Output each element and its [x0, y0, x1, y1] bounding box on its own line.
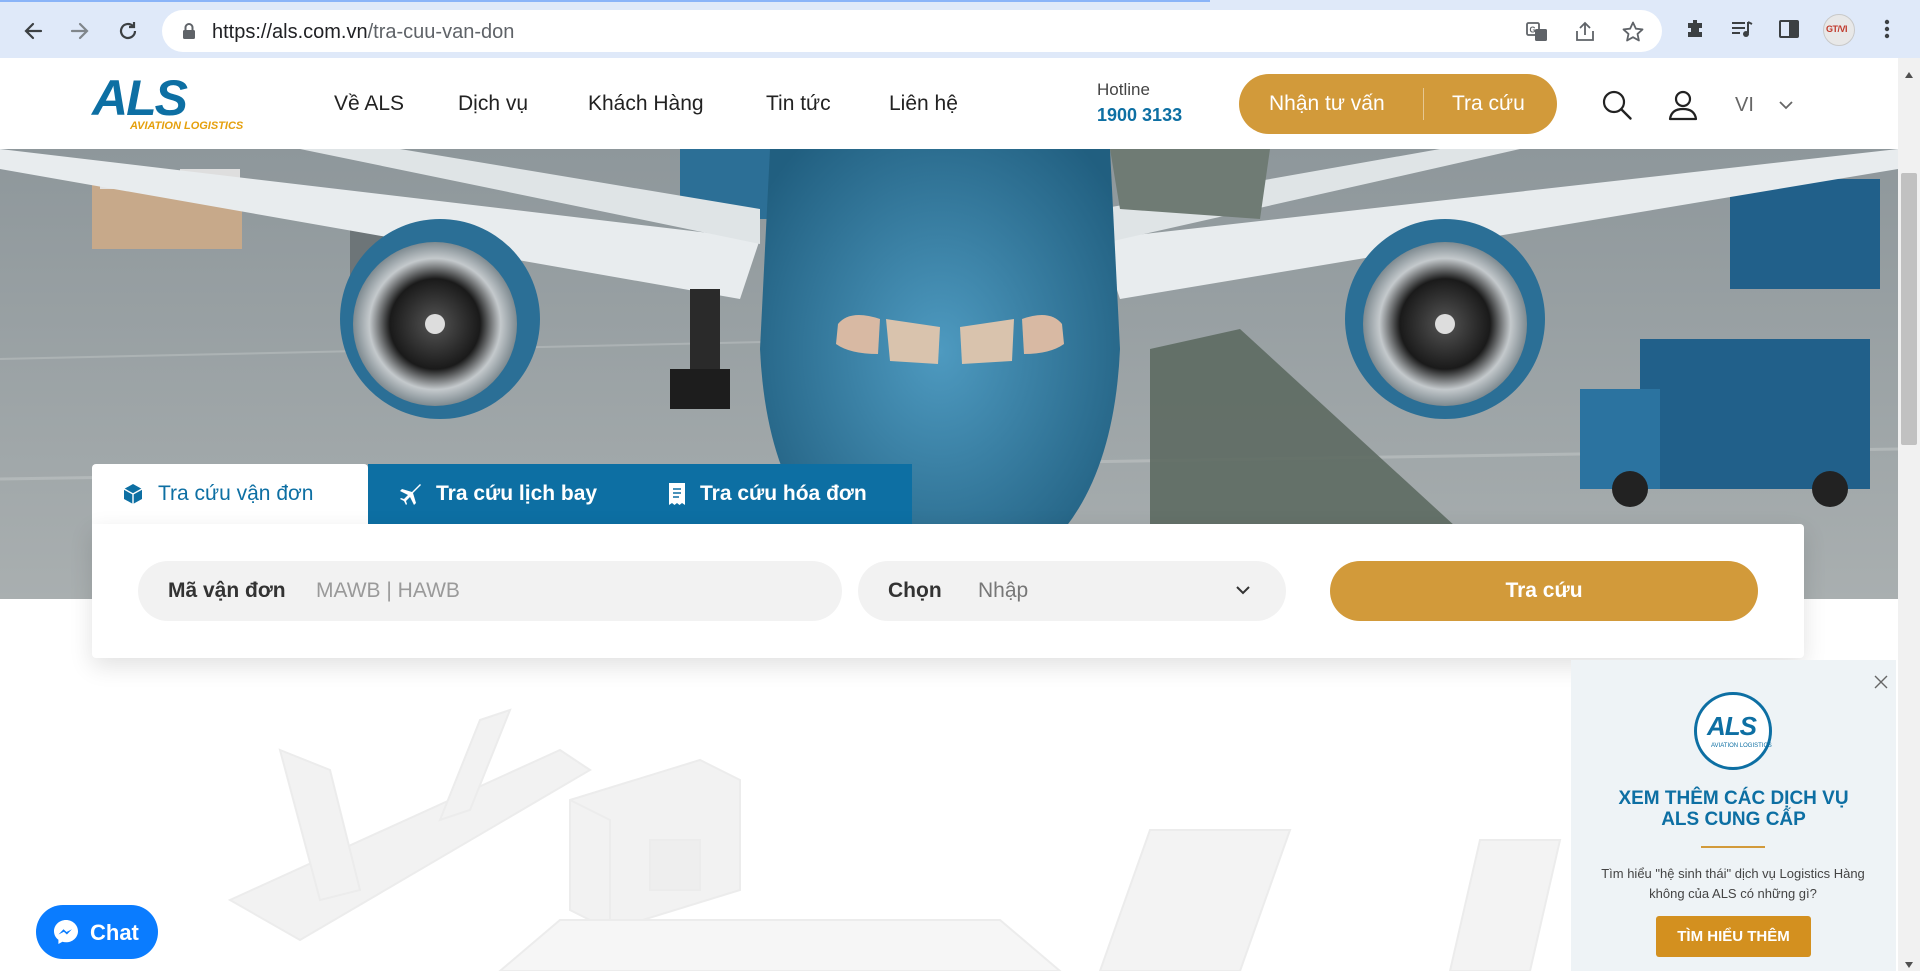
- select-label: Chọn: [888, 579, 942, 602]
- scroll-down-icon[interactable]: [1904, 956, 1914, 971]
- profile-avatar[interactable]: GT/VI: [1823, 14, 1855, 46]
- nav-lien-he[interactable]: Liên hệ: [889, 92, 958, 116]
- back-arrow-icon[interactable]: [15, 13, 51, 49]
- nav-dich-vu[interactable]: Dịch vụ: [458, 92, 528, 116]
- learn-more-button[interactable]: TÌM HIỂU THÊM: [1656, 916, 1811, 957]
- search-submit-button[interactable]: Tra cứu: [1330, 561, 1758, 621]
- cta-divider: [1423, 88, 1424, 120]
- chat-label: Chat: [90, 920, 139, 945]
- awb-field[interactable]: Mã vận đơn: [138, 561, 842, 621]
- popup-divider: [1701, 846, 1765, 848]
- nav-khach-hang[interactable]: Khách Hàng: [588, 92, 704, 116]
- scroll-up-icon[interactable]: [1904, 66, 1914, 84]
- tab-label: Tra cứu lịch bay: [436, 482, 598, 505]
- extensions-icon[interactable]: [1680, 14, 1710, 44]
- hotline-label: Hotline: [1097, 80, 1150, 99]
- header-cta-group: Nhận tư vấn Tra cứu: [1239, 74, 1557, 134]
- page-load-bar: [0, 0, 1210, 2]
- side-panel-icon[interactable]: [1774, 14, 1804, 44]
- user-icon[interactable]: [1666, 88, 1700, 122]
- chevron-down-icon[interactable]: [1778, 98, 1794, 116]
- nav-tin-tuc[interactable]: Tin tức: [766, 92, 831, 116]
- awb-input[interactable]: [316, 571, 816, 611]
- consult-button[interactable]: Nhận tư vấn: [1269, 92, 1385, 116]
- language-selector[interactable]: VI: [1735, 94, 1754, 117]
- tab-tra-cuu-lich-bay[interactable]: Tra cứu lịch bay: [398, 464, 597, 524]
- type-select[interactable]: Chọn Nhập: [858, 561, 1286, 621]
- popup-description: Tìm hiểu "hệ sinh thái" dịch vụ Logistic…: [1601, 866, 1865, 901]
- services-promo-popup: ALS AVIATION LOGISTICS XEM THÊM CÁC DỊCH…: [1571, 660, 1896, 971]
- als-logo[interactable]: ALS AVIATION LOGISTICS: [92, 72, 254, 136]
- url-text: https://als.com.vn/tra-cuu-van-don: [212, 21, 515, 43]
- tab-label: Tra cứu hóa đơn: [700, 482, 867, 505]
- star-icon[interactable]: [1620, 19, 1646, 45]
- close-icon[interactable]: [1873, 674, 1889, 695]
- media-icon[interactable]: [1727, 14, 1757, 44]
- search-icon[interactable]: [1600, 88, 1634, 122]
- als-logo: ALS AVIATION LOGISTICS: [1694, 692, 1772, 770]
- plane-icon: [398, 482, 422, 506]
- messenger-chat-button[interactable]: Chat: [36, 905, 158, 959]
- package-icon: [122, 483, 144, 505]
- awb-label: Mã vận đơn: [168, 579, 286, 602]
- chevron-down-icon: [1234, 581, 1252, 604]
- select-value: Nhập: [978, 579, 1029, 602]
- tab-tra-cuu-van-don[interactable]: Tra cứu vận đơn: [92, 464, 368, 524]
- page-scrollbar[interactable]: [1898, 58, 1920, 971]
- nav-ve-als[interactable]: Về ALS: [334, 92, 404, 116]
- scrollbar-thumb[interactable]: [1901, 173, 1917, 445]
- lock-icon[interactable]: [182, 22, 196, 45]
- site-header: ALS AVIATION LOGISTICS Về ALS Dịch vụ Kh…: [0, 58, 1898, 149]
- hotline-number[interactable]: 1900 3133: [1097, 105, 1182, 126]
- popup-title: XEM THÊM CÁC DỊCH VỤ ALS CUNG CẤP: [1618, 788, 1849, 830]
- tab-label: Tra cứu vận đơn: [158, 482, 314, 505]
- messenger-icon: [52, 918, 80, 952]
- receipt-icon: [668, 482, 686, 506]
- more-icon[interactable]: [1872, 14, 1902, 44]
- address-bar[interactable]: https://als.com.vn/tra-cuu-van-don G: [162, 10, 1662, 52]
- browser-toolbar: https://als.com.vn/tra-cuu-van-don G GT/…: [0, 0, 1920, 58]
- forward-arrow-icon[interactable]: [62, 13, 98, 49]
- tracking-search-panel: Mã vận đơn Chọn Nhập Tra cứu: [92, 524, 1804, 658]
- browser-window: { "browser": { "url_host": "https://als.…: [0, 0, 1920, 971]
- svg-text:G: G: [1530, 26, 1536, 35]
- share-icon[interactable]: [1572, 19, 1598, 45]
- translate-icon[interactable]: G: [1524, 19, 1550, 45]
- lookup-button[interactable]: Tra cứu: [1452, 92, 1525, 116]
- reload-icon[interactable]: [110, 13, 146, 49]
- tab-tra-cuu-hoa-don[interactable]: Tra cứu hóa đơn: [668, 464, 867, 524]
